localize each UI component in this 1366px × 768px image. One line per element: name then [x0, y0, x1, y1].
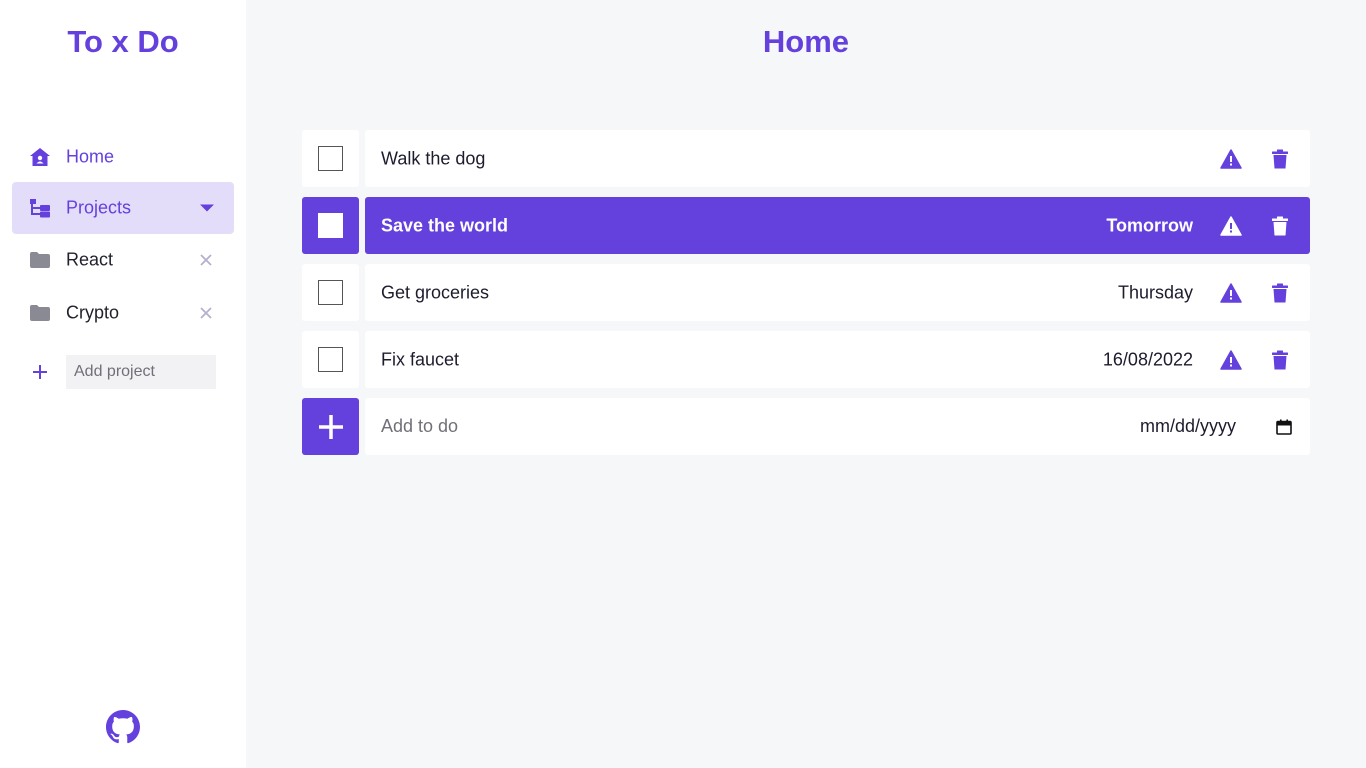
todo-date: Tomorrow [1106, 215, 1193, 235]
todo-text: Fix faucet [381, 349, 460, 369]
add-todo-button[interactable] [302, 398, 359, 455]
page-title: Home [762, 24, 850, 59]
todo-date: 16/08/2022 [1102, 349, 1193, 369]
todo-checkbox[interactable] [302, 264, 359, 321]
sidebar-item-label: Home [66, 146, 115, 167]
date-placeholder: mm/dd/yyyy [1140, 416, 1237, 436]
todo-date: Thursday [1117, 282, 1193, 302]
todo-checkbox[interactable] [302, 197, 359, 254]
project-item-crypto[interactable]: Crypto [12, 287, 234, 339]
todo-body[interactable]: Walk the dog [365, 130, 1310, 187]
todo-text: Save the world [381, 215, 509, 235]
priority-warning-icon[interactable] [1220, 148, 1242, 169]
chevron-down-icon[interactable] [200, 204, 214, 212]
sidebar-item-home[interactable]: Home [12, 131, 234, 183]
folder-tree-icon [28, 196, 52, 220]
add-project-input[interactable] [66, 355, 216, 389]
priority-warning-icon[interactable] [1220, 349, 1242, 370]
app-logo[interactable]: To x Do [0, 24, 246, 60]
todo-body[interactable]: Save the world Tomorrow [365, 197, 1310, 254]
close-icon[interactable] [198, 252, 214, 268]
trash-icon[interactable] [1270, 149, 1290, 169]
add-project-form [28, 355, 218, 389]
todo-text: Walk the dog [381, 148, 486, 168]
trash-icon[interactable] [1270, 216, 1290, 236]
todo-item: Walk the dog [302, 130, 1310, 187]
folder-icon [28, 301, 52, 325]
todo-text: Get groceries [381, 282, 490, 302]
add-todo-form: mm/dd/yyyy [302, 398, 1310, 455]
add-todo-body: mm/dd/yyyy [365, 398, 1310, 455]
sidebar-item-label: Projects [66, 197, 132, 218]
folder-icon [28, 248, 52, 272]
todo-item-selected: Save the world Tomorrow [302, 197, 1310, 254]
todo-body[interactable]: Get groceries Thursday [365, 264, 1310, 321]
add-todo-input[interactable] [365, 398, 1105, 455]
todo-item: Fix faucet 16/08/2022 [302, 331, 1310, 388]
due-date-input[interactable]: mm/dd/yyyy [1140, 398, 1300, 455]
priority-warning-icon[interactable] [1220, 215, 1242, 236]
todo-item: Get groceries Thursday [302, 264, 1310, 321]
sidebar: To x Do Home Projects React Crypto [0, 0, 246, 768]
project-label: React [66, 249, 114, 270]
trash-icon[interactable] [1270, 350, 1290, 370]
plus-icon [318, 414, 343, 439]
trash-icon[interactable] [1270, 283, 1290, 303]
todo-checkbox[interactable] [302, 130, 359, 187]
close-icon[interactable] [198, 305, 214, 321]
todo-body[interactable]: Fix faucet 16/08/2022 [365, 331, 1310, 388]
project-item-react[interactable]: React [12, 234, 234, 286]
priority-warning-icon[interactable] [1220, 282, 1242, 303]
github-icon[interactable] [106, 710, 140, 744]
todo-checkbox[interactable] [302, 331, 359, 388]
project-label: Crypto [66, 302, 120, 323]
sidebar-item-projects[interactable]: Projects [12, 182, 234, 234]
calendar-icon[interactable] [1276, 419, 1292, 435]
plus-icon[interactable] [28, 360, 52, 384]
home-icon [28, 145, 52, 169]
